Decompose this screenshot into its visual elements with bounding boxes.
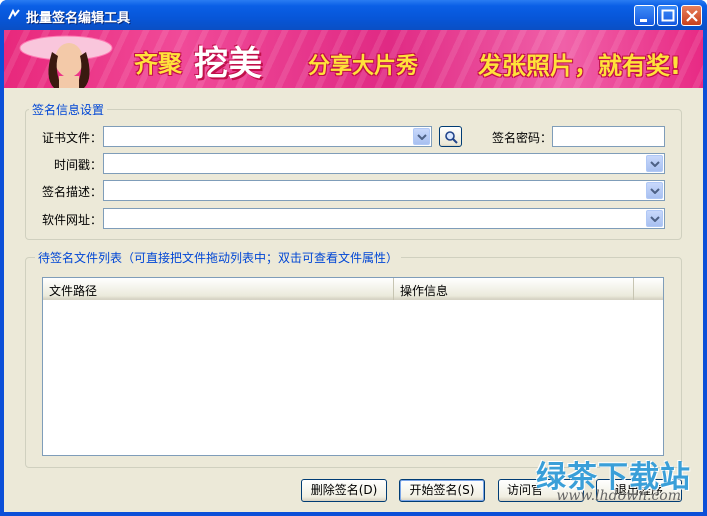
minimize-icon: [640, 19, 647, 22]
chevron-down-icon: [417, 134, 427, 140]
client-area: 齐聚 挖美 分享大片秀 发张照片，就有奖! 签名信息设置 证书文件： 签名密码：…: [4, 30, 703, 512]
exit-button[interactable]: 退出程序: [596, 479, 682, 502]
start-signing-button[interactable]: 开始签名(S): [399, 479, 485, 502]
banner-text-2: 挖美: [194, 44, 262, 84]
visit-website-button[interactable]: 访问官: [498, 479, 584, 502]
title-bar[interactable]: 批量签名编辑工具: [0, 0, 707, 30]
chevron-down-icon: [650, 188, 660, 194]
timestamp-dropdown[interactable]: [646, 155, 663, 172]
minimize-button[interactable]: [634, 5, 655, 26]
list-header: 文件路径 操作信息: [43, 278, 663, 300]
close-button[interactable]: [681, 5, 702, 26]
banner-text-1: 齐聚: [134, 50, 182, 78]
chevron-down-icon: [650, 161, 660, 167]
delete-signature-button[interactable]: 删除签名(D): [301, 479, 387, 502]
chevron-down-icon: [650, 216, 660, 222]
banner-text-3: 分享大片秀: [308, 54, 419, 79]
ad-banner[interactable]: 齐聚 挖美 分享大片秀 发张照片，就有奖!: [4, 30, 703, 88]
software-url-combo[interactable]: [103, 208, 665, 229]
window-title: 批量签名编辑工具: [26, 11, 131, 26]
maximize-button[interactable]: [657, 5, 678, 26]
description-label: 签名描述：: [41, 185, 102, 199]
banner-model-image: [19, 35, 113, 88]
description-combo[interactable]: [103, 180, 665, 201]
close-icon: [686, 10, 698, 22]
app-icon: [8, 8, 20, 20]
cert-file-dropdown[interactable]: [413, 128, 430, 145]
software-url-label: 软件网址：: [41, 213, 102, 227]
description-dropdown[interactable]: [646, 182, 663, 199]
cert-file-label: 证书文件：: [41, 131, 102, 145]
timestamp-label: 时间戳：: [53, 158, 102, 172]
column-header-operation-info[interactable]: 操作信息: [394, 278, 634, 300]
software-url-dropdown[interactable]: [646, 210, 663, 227]
browse-cert-button[interactable]: [439, 126, 462, 147]
sign-password-input[interactable]: [552, 126, 665, 147]
timestamp-combo[interactable]: [103, 153, 665, 174]
maximize-icon: [661, 9, 675, 22]
cert-file-combo[interactable]: [103, 126, 432, 147]
signature-settings-title: 签名信息设置: [29, 101, 108, 118]
search-icon: [445, 131, 458, 144]
banner-text-4: 发张照片，就有奖!: [478, 52, 681, 80]
app-window: 批量签名编辑工具 齐聚 挖美 分享大片秀 发张照片，就有奖! 签名信息设置 证书…: [0, 0, 707, 516]
file-list-title: 待签名文件列表（可直接把文件拖动列表中；双击可查看文件属性）: [35, 249, 402, 266]
sign-password-label: 签名密码：: [491, 131, 552, 145]
column-header-file-path[interactable]: 文件路径: [43, 278, 394, 300]
file-list-view[interactable]: 文件路径 操作信息: [42, 277, 664, 456]
